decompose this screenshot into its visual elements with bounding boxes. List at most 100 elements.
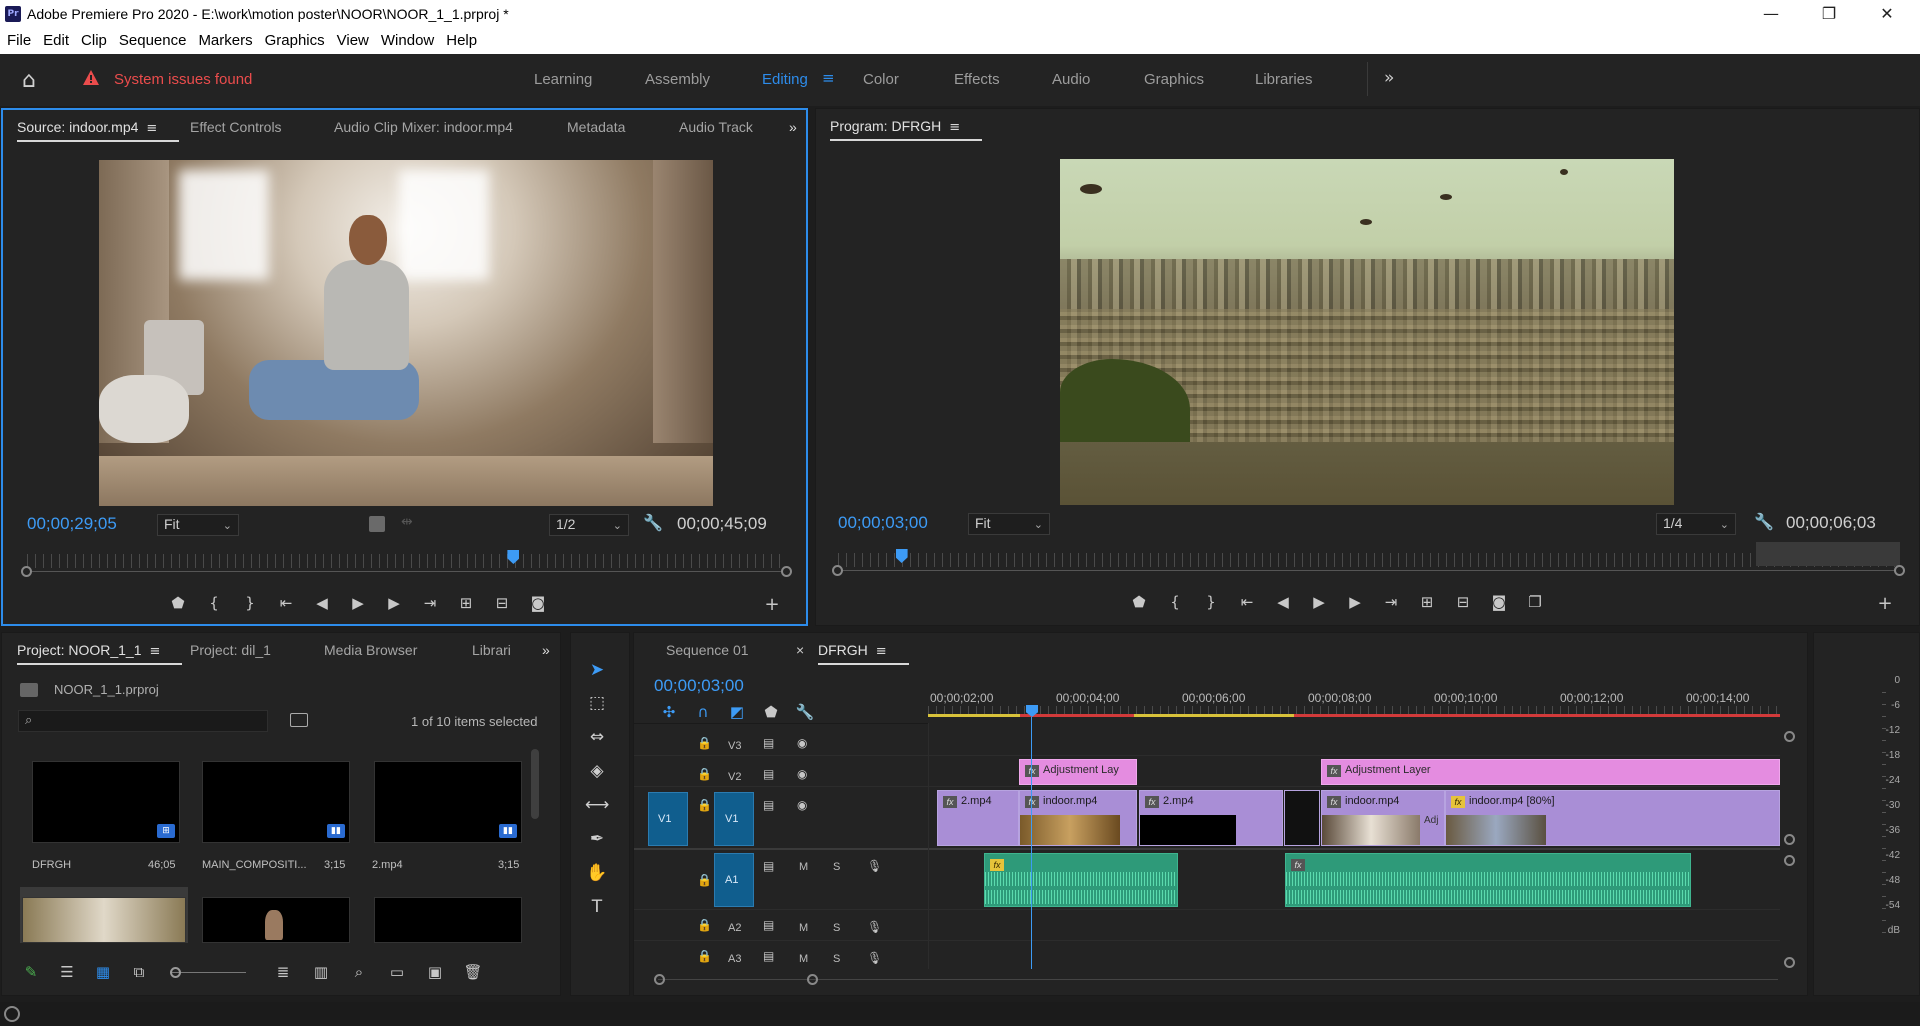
add-marker-icon[interactable]: ⬟ bbox=[760, 703, 782, 721]
project-item-name[interactable]: 2.mp4 bbox=[372, 859, 403, 871]
close-tab-button[interactable]: × bbox=[796, 642, 804, 658]
track-label-v2[interactable]: V2 bbox=[728, 771, 741, 783]
step-back-icon[interactable]: ◀ bbox=[311, 594, 333, 612]
step-back-icon[interactable]: ◀ bbox=[1272, 593, 1294, 611]
mark-in-icon[interactable]: { bbox=[1164, 593, 1186, 611]
step-forward-icon[interactable]: ▶ bbox=[383, 594, 405, 612]
source-zoom-select[interactable]: Fit ⌄ bbox=[157, 514, 239, 536]
drag-video-icon[interactable]: ⇹ bbox=[401, 514, 413, 530]
track-select-tool-icon[interactable]: ⬚ bbox=[585, 691, 609, 715]
thumbnail-size-handle[interactable] bbox=[170, 967, 181, 978]
clip-audio-2[interactable]: fx bbox=[1285, 853, 1691, 907]
workspace-assembly[interactable]: Assembly bbox=[645, 71, 710, 88]
sync-lock-icon[interactable]: ▤ bbox=[763, 918, 774, 932]
voiceover-mic-icon[interactable]: 🎙 bbox=[867, 859, 882, 873]
sync-lock-icon[interactable]: ▤ bbox=[763, 859, 774, 873]
timeline-settings-icon[interactable]: 🔧 bbox=[794, 703, 816, 721]
tab-libraries[interactable]: Librari bbox=[472, 642, 511, 658]
workspace-libraries[interactable]: Libraries bbox=[1255, 71, 1313, 88]
tab-effect-controls[interactable]: Effect Controls bbox=[190, 119, 282, 135]
add-marker-icon[interactable]: ⬟ bbox=[1128, 593, 1150, 611]
snap-magnet-icon[interactable]: ∩ bbox=[692, 703, 714, 721]
vertical-zoom-handle[interactable] bbox=[1784, 731, 1795, 742]
solo-button[interactable]: S bbox=[833, 953, 840, 965]
source-time-ruler[interactable] bbox=[27, 554, 787, 568]
overwrite-icon[interactable]: ⊟ bbox=[491, 594, 513, 612]
comparison-view-icon[interactable]: ❐ bbox=[1524, 593, 1546, 611]
linked-selection-icon[interactable]: ◩ bbox=[726, 703, 748, 721]
trash-icon[interactable]: 🗑 bbox=[462, 963, 484, 981]
razor-tool-icon[interactable]: ◈ bbox=[585, 759, 609, 783]
insert-icon[interactable]: ⊞ bbox=[455, 594, 477, 612]
ripple-edit-tool-icon[interactable]: ⇔ bbox=[585, 725, 609, 749]
sync-lock-icon[interactable]: ▤ bbox=[763, 767, 774, 781]
pen-tool-icon[interactable]: ✒ bbox=[585, 827, 609, 851]
menu-sequence[interactable]: Sequence bbox=[112, 28, 192, 49]
project-scrollbar[interactable] bbox=[531, 749, 539, 819]
tab-audio-clip-mixer[interactable]: Audio Clip Mixer: indoor.mp4 bbox=[334, 119, 513, 135]
source-resolution-select[interactable]: 1/2 ⌄ bbox=[549, 514, 629, 536]
go-to-out-icon[interactable]: ⇥ bbox=[1380, 593, 1402, 611]
tab-dfrgh[interactable]: DFRGH ≡ bbox=[818, 642, 909, 665]
workspace-editing[interactable]: Editing bbox=[762, 71, 808, 88]
menu-clip[interactable]: Clip bbox=[74, 28, 112, 49]
close-button[interactable]: ✕ bbox=[1864, 2, 1910, 26]
mark-in-icon[interactable]: { bbox=[203, 594, 225, 612]
tab-project-dil[interactable]: Project: dil_1 bbox=[190, 642, 271, 658]
project-item-thumb[interactable] bbox=[374, 897, 522, 943]
go-to-out-icon[interactable]: ⇥ bbox=[419, 594, 441, 612]
source-patch-v1[interactable]: V1 bbox=[648, 792, 688, 846]
track-label-v3[interactable]: V3 bbox=[728, 740, 741, 752]
play-icon[interactable]: ▶ bbox=[1308, 593, 1330, 611]
program-timecode[interactable]: 00;00;03;00 bbox=[838, 513, 928, 533]
clip-adjustment-layer-2[interactable]: fx Adjustment Layer bbox=[1321, 759, 1780, 785]
sync-lock-icon[interactable]: ▤ bbox=[763, 736, 774, 750]
workspace-color[interactable]: Color bbox=[863, 71, 899, 88]
menu-file[interactable]: File bbox=[0, 28, 36, 49]
timeline-timecode[interactable]: 00;00;03;00 bbox=[654, 676, 744, 696]
restore-button[interactable]: ❐ bbox=[1806, 2, 1852, 26]
icon-view-icon[interactable]: ▦ bbox=[92, 963, 114, 981]
project-item-name[interactable]: MAIN_COMPOSITI... bbox=[202, 859, 307, 871]
workspace-learning[interactable]: Learning bbox=[534, 71, 592, 88]
clip-indoor-80[interactable]: fx indoor.mp4 [80%] bbox=[1445, 790, 1780, 846]
sync-lock-icon[interactable]: ▤ bbox=[763, 949, 774, 963]
project-item-main-thumb[interactable]: ▮▮ bbox=[202, 761, 350, 843]
workspace-audio[interactable]: Audio bbox=[1052, 71, 1090, 88]
vertical-zoom-handle[interactable] bbox=[1784, 957, 1795, 968]
menu-edit[interactable]: Edit bbox=[36, 28, 74, 49]
workspace-graphics[interactable]: Graphics bbox=[1144, 71, 1204, 88]
lock-icon[interactable]: 🔒 bbox=[697, 949, 712, 963]
minimize-button[interactable]: — bbox=[1748, 2, 1794, 26]
eye-icon[interactable]: ◉ bbox=[797, 798, 807, 812]
workspace-overflow-button[interactable]: » bbox=[1384, 68, 1394, 88]
new-bin-icon[interactable]: ▭ bbox=[386, 963, 408, 981]
project-item-name[interactable]: DFRGH bbox=[32, 859, 71, 871]
source-video-frame[interactable] bbox=[99, 160, 713, 506]
program-video-frame[interactable] bbox=[1060, 159, 1674, 505]
vertical-zoom-handle[interactable] bbox=[1784, 855, 1795, 866]
go-to-in-icon[interactable]: ⇤ bbox=[1236, 593, 1258, 611]
type-tool-icon[interactable]: T bbox=[585, 895, 609, 919]
sort-icon[interactable]: ≣ bbox=[272, 963, 294, 981]
clip-indoor-2[interactable]: fx indoor.mp4 Adj bbox=[1321, 790, 1445, 846]
add-marker-icon[interactable]: ⬟ bbox=[167, 594, 189, 612]
eye-icon[interactable]: ◉ bbox=[797, 736, 807, 750]
voiceover-mic-icon[interactable]: 🎙 bbox=[867, 920, 882, 934]
solo-button[interactable]: S bbox=[833, 922, 840, 934]
menu-help[interactable]: Help bbox=[439, 28, 482, 49]
clip-adjustment-layer-1[interactable]: fxAdjustment Lay bbox=[1019, 759, 1137, 785]
go-to-in-icon[interactable]: ⇤ bbox=[275, 594, 297, 612]
hand-tool-icon[interactable]: ✋ bbox=[585, 861, 609, 885]
menu-graphics[interactable]: Graphics bbox=[258, 28, 330, 49]
clip-2mp4-1[interactable]: fx 2.mp4 bbox=[937, 790, 1019, 846]
lift-icon[interactable]: ⊞ bbox=[1416, 593, 1438, 611]
tab-sequence-01[interactable]: Sequence 01 bbox=[666, 642, 749, 658]
system-issues-link[interactable]: System issues found bbox=[114, 71, 252, 88]
tab-metadata[interactable]: Metadata bbox=[567, 119, 625, 135]
play-icon[interactable]: ▶ bbox=[347, 594, 369, 612]
step-forward-icon[interactable]: ▶ bbox=[1344, 593, 1366, 611]
track-target-v1[interactable]: V1 bbox=[714, 792, 754, 846]
pencil-icon[interactable]: ✎ bbox=[20, 963, 42, 981]
button-editor-add-icon[interactable]: + bbox=[1874, 593, 1896, 614]
